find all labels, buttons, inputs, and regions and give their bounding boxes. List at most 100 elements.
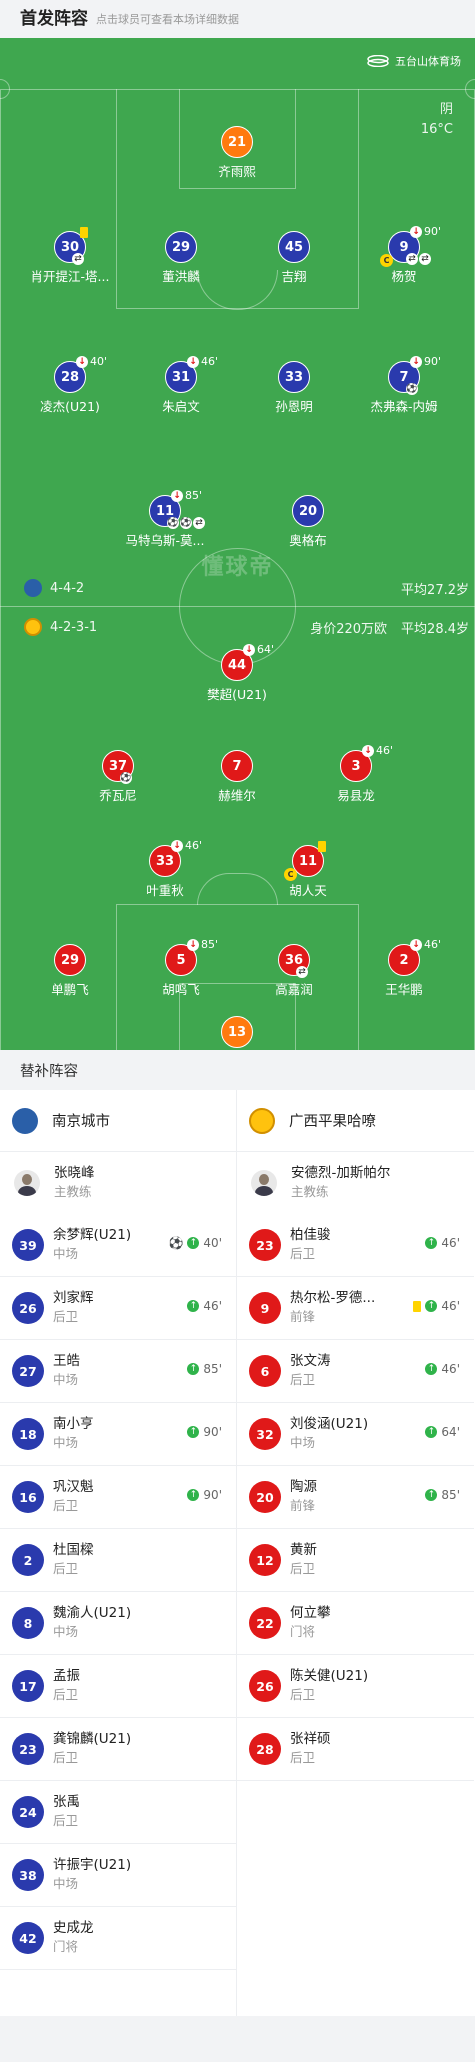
away-team-info: 4-2-3-1 身价220万欧 平均28.4岁	[0, 616, 475, 638]
sub-minute: 46'	[376, 744, 394, 757]
player-name: 肖开提江-塔...	[30, 269, 110, 284]
player-number-badge: 21	[221, 126, 253, 158]
away-coach-name: 安德烈-加斯帕尔	[291, 1165, 391, 1181]
sub-out-icon: ↓	[171, 839, 183, 852]
home-coach[interactable]: 张晓峰 主教练	[0, 1152, 236, 1214]
player-name: 魏渝人(U21)	[53, 1605, 132, 1621]
sub-minute: 90'	[203, 1425, 222, 1439]
player-name: 黄新	[290, 1542, 317, 1558]
captain-icon: C	[284, 868, 297, 881]
player-name: 董洪麟	[162, 269, 200, 284]
sub-in-icon: ↑	[425, 1363, 438, 1375]
sub-minute: 46'	[203, 1299, 222, 1313]
player-number-badge: 33	[278, 361, 310, 393]
away-avg-age: 平均28.4岁	[401, 621, 469, 637]
player-name: 高嘉润	[275, 982, 313, 997]
bench-player-row[interactable]: 24 张禹 后卫	[0, 1781, 236, 1844]
player-number-badge: 18	[12, 1418, 44, 1450]
stadium-icon	[367, 55, 389, 67]
player-position: 门将	[290, 1624, 316, 1639]
player-number-badge: 28	[249, 1733, 281, 1765]
home-bench-team[interactable]: 南京城市	[0, 1090, 236, 1152]
substitution-marker: ↓ 46'	[410, 938, 441, 951]
substitution-marker: ↓ 90'	[410, 355, 441, 368]
player-name: 齐雨熙	[218, 164, 256, 179]
player-events: ↑ 90'	[187, 1425, 222, 1439]
player-info: 张祥硕 后卫	[290, 1730, 474, 1768]
yellow-card-icon	[318, 841, 326, 852]
home-team-info: 4-4-2 平均27.2岁	[0, 577, 475, 599]
bench-player-row[interactable]: 26 陈关健(U21) 后卫	[237, 1655, 474, 1718]
sub-minute: 85'	[201, 938, 219, 951]
venue: 五台山体育场	[367, 53, 461, 69]
player-number-badge: 29	[165, 231, 197, 263]
player-name: 龚锦麟(U21)	[53, 1731, 132, 1747]
event-icons: ⚽	[120, 772, 132, 784]
goal-ball-icon: ⚽	[167, 517, 179, 529]
player-number-badge: 2	[12, 1544, 44, 1576]
away-bench-team[interactable]: 广西平果哈嘹	[237, 1090, 474, 1152]
home-team-logo-icon	[12, 1107, 38, 1134]
away-coach-avatar	[251, 1170, 277, 1196]
bench-player-row[interactable]: 26 刘家辉 后卫 ↑ 46'	[0, 1277, 236, 1340]
player-events: ↑ 46'	[413, 1299, 460, 1313]
bench-player-row[interactable]: 16 巩汉魁 后卫 ↑ 90'	[0, 1466, 236, 1529]
player-name: 乔瓦尼	[99, 788, 137, 803]
bench-player-row[interactable]: 20 陶源 前锋 ↑ 85'	[237, 1466, 474, 1529]
event-icons: ⇄	[72, 253, 84, 265]
bench-player-row[interactable]: 9 热尔松-罗德... 前锋 ↑ 46'	[237, 1277, 474, 1340]
player-info: 史成龙 门将	[53, 1919, 236, 1957]
substitution-marker: ↓ 46'	[187, 355, 218, 368]
sub-out-icon: ↓	[410, 938, 422, 951]
away-bench: 广西平果哈嘹 安德烈-加斯帕尔 主教练 23 柏佳骏 后卫 ↑ 46' 9 热尔松-罗德..…	[237, 1090, 474, 2016]
bench-player-row[interactable]: 2 杜国樑 后卫	[0, 1529, 236, 1592]
bench-player-row[interactable]: 27 王皓 中场 ↑ 85'	[0, 1340, 236, 1403]
bench-player-row[interactable]: 22 何立攀 门将	[237, 1592, 474, 1655]
player-number-badge: 13	[221, 1016, 253, 1048]
home-bench: 南京城市 张晓峰 主教练 39 余梦辉(U21) 中场 ⚽ ↑ 40' 26 刘家辉 后卫 ↑ 46…	[0, 1090, 237, 2016]
sub-out-icon: ↓	[171, 489, 183, 502]
away-coach[interactable]: 安德烈-加斯帕尔 主教练	[237, 1152, 474, 1214]
switch-icon: ⇄	[419, 253, 431, 265]
bench-title: 替补阵容	[0, 1050, 475, 1090]
bench: 南京城市 张晓峰 主教练 39 余梦辉(U21) 中场 ⚽ ↑ 40' 26 刘家辉 后卫 ↑ 46…	[0, 1090, 475, 2016]
captain-icon: C	[380, 254, 393, 267]
bench-player-row[interactable]: 32 刘俊涵(U21) 中场 ↑ 64'	[237, 1403, 474, 1466]
switch-icon: ⇄	[72, 253, 84, 265]
player-position: 门将	[53, 1939, 79, 1954]
sub-in-icon: ↑	[425, 1489, 438, 1501]
player-number-badge: 16	[12, 1481, 44, 1513]
lineup-header: 首发阵容 点击球员可查看本场详细数据	[0, 0, 475, 38]
bench-player-row[interactable]: 28 张祥硕 后卫	[237, 1718, 474, 1781]
player-number-badge: 23	[249, 1229, 281, 1261]
player-name: 杨贺	[391, 269, 417, 284]
player-position: 后卫	[53, 1813, 79, 1828]
player-position: 后卫	[290, 1561, 316, 1576]
player-position: 中场	[53, 1876, 79, 1891]
bench-player-row[interactable]: 23 龚锦麟(U21) 后卫	[0, 1718, 236, 1781]
bench-player-row[interactable]: 17 孟振 后卫	[0, 1655, 236, 1718]
bench-player-row[interactable]: 39 余梦辉(U21) 中场 ⚽ ↑ 40'	[0, 1214, 236, 1277]
sub-minute: 85'	[203, 1362, 222, 1376]
sub-minute: 40'	[203, 1236, 222, 1250]
sub-minute: 64'	[441, 1425, 460, 1439]
bench-player-row[interactable]: 8 魏渝人(U21) 中场	[0, 1592, 236, 1655]
substitution-marker: ↓ 90'	[410, 225, 441, 238]
player-info: 陈关健(U21) 后卫	[290, 1667, 474, 1705]
player-number-badge: 29	[54, 944, 86, 976]
player-name: 张祥硕	[290, 1731, 331, 1747]
bench-player-row[interactable]: 12 黄新 后卫	[237, 1529, 474, 1592]
bench-player-row[interactable]: 18 南小亨 中场 ↑ 90'	[0, 1403, 236, 1466]
player-number-badge: 6	[249, 1355, 281, 1387]
bench-player-row[interactable]: 42 史成龙 门将	[0, 1907, 236, 1970]
player-events: ↑ 46'	[425, 1236, 460, 1250]
bench-player-row[interactable]: 38 许振宇(U21) 中场	[0, 1844, 236, 1907]
player-number-badge: 23	[12, 1733, 44, 1765]
sub-out-icon: ↓	[76, 355, 88, 368]
page-footer	[0, 2016, 475, 2062]
player-name: 刘家辉	[53, 1290, 94, 1306]
player-name: 南小亨	[53, 1416, 94, 1432]
bench-player-row[interactable]: 23 柏佳骏 后卫 ↑ 46'	[237, 1214, 474, 1277]
sub-in-icon: ↑	[187, 1300, 200, 1312]
bench-player-row[interactable]: 6 张文涛 后卫 ↑ 46'	[237, 1340, 474, 1403]
